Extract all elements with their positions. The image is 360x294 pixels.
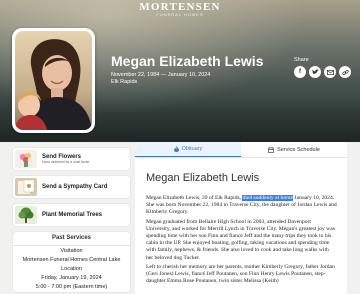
sympathy-card-thumbnail [15, 178, 37, 196]
facebook-icon[interactable]: f [294, 66, 306, 78]
service-type: Visitation [60, 248, 83, 254]
funeral-home-logo[interactable]: MORTENSEN FUNERAL HOMES [0, 0, 360, 17]
send-flowers-sublabel: Hand delivered by a local florist [42, 160, 90, 164]
tree-thumbnail [15, 206, 37, 224]
twitter-icon[interactable] [309, 66, 321, 78]
sidebar: Send Flowers Hand delivered by a local f… [13, 148, 130, 292]
service-location[interactable]: Mortensen Funeral Homes Central Lake Loc… [13, 256, 130, 274]
link-icon[interactable] [339, 66, 351, 78]
sympathy-card-card[interactable]: Send a Sympathy Card [13, 176, 130, 198]
deceased-name: Megan Elizabeth Lewis [111, 53, 264, 69]
memorial-trees-card[interactable]: Plant Memorial Trees [13, 204, 130, 226]
tab-service-schedule-label: Service Schedule [277, 146, 320, 153]
name-block: Megan Elizabeth Lewis November 22, 1984 … [111, 53, 263, 85]
obituary-panel: Obituary Service Schedule Megan Elizabet… [135, 142, 347, 294]
portrait-photo [15, 31, 92, 130]
obituary-text: Megan Elizabeth Lewis, 39 of Elk Rapids,… [135, 184, 347, 285]
calendar-icon [268, 146, 274, 153]
tab-bar: Obituary Service Schedule [135, 142, 347, 158]
tab-obituary[interactable]: Obituary [135, 142, 241, 157]
portrait-photo-frame [12, 28, 95, 133]
flowers-thumbnail [15, 150, 37, 168]
tab-service-schedule[interactable]: Service Schedule [241, 142, 347, 157]
obituary-paragraph-1: Megan Elizabeth Lewis, 39 of Elk Rapids,… [146, 195, 337, 217]
share-label: Share [294, 57, 309, 63]
past-services-panel: Past Services Visitation Mortensen Funer… [13, 232, 130, 292]
service-date: Friday, January 19, 2024 [41, 275, 102, 281]
tab-obituary-label: Obituary [181, 146, 203, 152]
obituary-paragraph-2: Megan graduated from Bellaire High Schoo… [146, 218, 335, 261]
email-icon[interactable] [324, 66, 336, 78]
obituary-title: Megan Elizabeth Lewis [146, 172, 260, 184]
life-dates: November 22, 1984 — January 10, 2024 [111, 72, 211, 78]
share-section: Share f [294, 57, 351, 78]
logo-tagline: FUNERAL HOMES [156, 12, 204, 17]
obituary-paragraph-3: Left to cherish her memory are her paren… [146, 263, 335, 285]
hero-banner: MORTENSEN FUNERAL HOMES Megan Elizabeth … [0, 0, 360, 142]
send-flowers-card[interactable]: Send Flowers Hand delivered by a local f… [13, 148, 130, 170]
past-services-heading: Past Services [13, 232, 130, 246]
hometown: Elk Rapids [111, 79, 138, 85]
memorial-trees-label: Plant Memorial Trees [42, 212, 103, 218]
flame-icon [173, 146, 179, 152]
obituary-p1-start: Megan Elizabeth Lewis, 39 of Elk Rapids, [146, 195, 243, 201]
selected-text-highlight[interactable]: died suddenly at home [242, 195, 293, 201]
service-time: 5:00 - 7:00 pm (Eastern time) [35, 284, 108, 290]
portrait-image [15, 31, 92, 130]
sympathy-card-label: Send a Sympathy Card [42, 184, 108, 190]
